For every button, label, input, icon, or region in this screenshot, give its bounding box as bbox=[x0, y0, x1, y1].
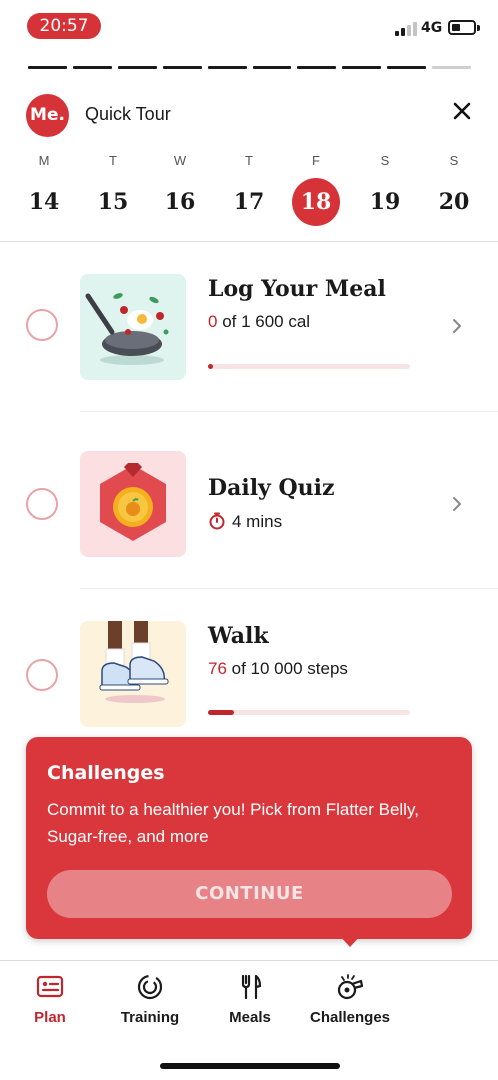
medal-icon bbox=[100, 463, 166, 541]
bottom-nav: Plan Training Meals Challenges bbox=[0, 960, 498, 1080]
plan-icon bbox=[36, 975, 64, 998]
tour-progress-segment bbox=[432, 66, 472, 69]
selected-day-number: 18 bbox=[292, 178, 340, 226]
battery-icon bbox=[448, 20, 476, 35]
day-16[interactable]: W 16 bbox=[150, 150, 210, 226]
nav-meals[interactable]: Meals bbox=[200, 973, 300, 1026]
nav-plan[interactable]: Plan bbox=[0, 973, 100, 1026]
task-progress-fill bbox=[208, 364, 214, 369]
chevron-right-icon bbox=[448, 495, 466, 513]
nav-challenges[interactable]: Challenges bbox=[300, 973, 400, 1026]
task-daily-quiz[interactable]: Daily Quiz 4 mins bbox=[0, 418, 498, 588]
challenges-icon bbox=[337, 974, 364, 1000]
task-checkbox[interactable] bbox=[26, 488, 58, 520]
continue-button[interactable]: CONTINUE bbox=[47, 870, 452, 918]
tour-progress-segment bbox=[72, 66, 112, 69]
task-title: Daily Quiz bbox=[208, 475, 335, 501]
day-15[interactable]: T 15 bbox=[83, 150, 143, 226]
sneakers-icon bbox=[99, 621, 169, 703]
meals-icon bbox=[241, 974, 262, 1000]
nav-label: Training bbox=[120, 1009, 180, 1026]
status-bar: 20:57 4G bbox=[0, 0, 498, 52]
day-20[interactable]: S 20 bbox=[424, 150, 484, 226]
popover-title: Challenges bbox=[47, 762, 165, 784]
day-number: 17 bbox=[233, 189, 265, 215]
tour-progress-segment bbox=[28, 66, 67, 69]
day-of-week: S bbox=[380, 153, 390, 168]
week-strip: M 14 T 15 W 16 T 17 F 18 S 19 S 20 bbox=[0, 150, 498, 240]
task-progress-bar bbox=[208, 710, 410, 715]
task-subtitle: 76 of 10 000 steps bbox=[208, 659, 348, 679]
tour-progress-segment bbox=[342, 66, 382, 69]
day-of-week: T bbox=[109, 153, 117, 168]
day-number: 16 bbox=[164, 189, 196, 215]
task-title: Log Your Meal bbox=[208, 276, 386, 302]
task-log-meal[interactable]: Log Your Meal 0 of 1 600 cal bbox=[0, 242, 498, 412]
tour-progress-segment bbox=[117, 66, 157, 69]
timer-icon bbox=[209, 512, 225, 530]
battery-tip bbox=[477, 25, 480, 31]
close-button[interactable] bbox=[448, 97, 476, 125]
nav-label: Meals bbox=[229, 1009, 271, 1026]
day-19[interactable]: S 19 bbox=[355, 150, 415, 226]
steps-goal: of 10 000 steps bbox=[226, 659, 348, 678]
challenges-popover: Challenges Commit to a healthier you! Pi… bbox=[26, 737, 472, 939]
day-17[interactable]: T 17 bbox=[219, 150, 279, 226]
home-indicator bbox=[160, 1063, 340, 1069]
day-18[interactable]: F 18 bbox=[286, 150, 346, 226]
popover-arrow bbox=[337, 933, 363, 947]
tour-progress bbox=[28, 66, 472, 70]
divider bbox=[80, 411, 498, 412]
app-logo: Me. bbox=[26, 94, 69, 137]
nav-training[interactable]: Training bbox=[100, 973, 200, 1026]
day-of-week: S bbox=[449, 153, 459, 168]
popover-body: Commit to a healthier you! Pick from Fla… bbox=[47, 800, 419, 846]
tour-progress-segment bbox=[297, 66, 337, 69]
day-number: 15 bbox=[97, 189, 129, 215]
day-of-week: T bbox=[245, 153, 253, 168]
network-label: 4G bbox=[421, 20, 443, 36]
chevron-right-icon bbox=[448, 317, 466, 335]
close-icon bbox=[453, 102, 471, 120]
tour-progress-segment bbox=[207, 66, 247, 69]
task-thumbnail bbox=[80, 621, 186, 727]
task-subtitle: 4 mins bbox=[208, 512, 282, 532]
day-number: 14 bbox=[28, 189, 60, 215]
steps-count: 76 bbox=[208, 659, 227, 678]
signal-icon bbox=[395, 20, 417, 36]
day-of-week: F bbox=[312, 153, 320, 168]
task-thumbnail bbox=[80, 451, 186, 557]
tour-progress-segment bbox=[162, 66, 202, 69]
task-title: Walk bbox=[208, 623, 269, 649]
quiz-duration: 4 mins bbox=[232, 512, 283, 531]
nav-label: Plan bbox=[34, 1009, 66, 1026]
task-checkbox[interactable] bbox=[26, 309, 58, 341]
status-time: 20:57 bbox=[27, 13, 101, 39]
training-icon bbox=[137, 974, 163, 1000]
day-of-week: M bbox=[38, 153, 50, 168]
day-number: 19 bbox=[369, 189, 401, 215]
tour-progress-segment bbox=[387, 66, 427, 69]
day-of-week: W bbox=[173, 153, 187, 168]
day-number: 20 bbox=[438, 189, 470, 215]
tour-header: Me. Quick Tour bbox=[0, 92, 498, 142]
tour-progress-segment bbox=[252, 66, 292, 69]
calories-goal: of 1 600 cal bbox=[217, 312, 311, 331]
task-progress-bar bbox=[208, 364, 410, 369]
pan-icon bbox=[85, 293, 169, 365]
task-progress-fill bbox=[208, 710, 235, 715]
task-subtitle: 0 of 1 600 cal bbox=[208, 312, 310, 332]
tour-title: Quick Tour bbox=[85, 104, 171, 124]
nav-label: Challenges bbox=[309, 1009, 391, 1026]
task-thumbnail bbox=[80, 274, 186, 380]
task-walk[interactable]: Walk 76 of 10 000 steps bbox=[0, 589, 498, 759]
day-14[interactable]: M 14 bbox=[14, 150, 74, 226]
task-checkbox[interactable] bbox=[26, 659, 58, 691]
